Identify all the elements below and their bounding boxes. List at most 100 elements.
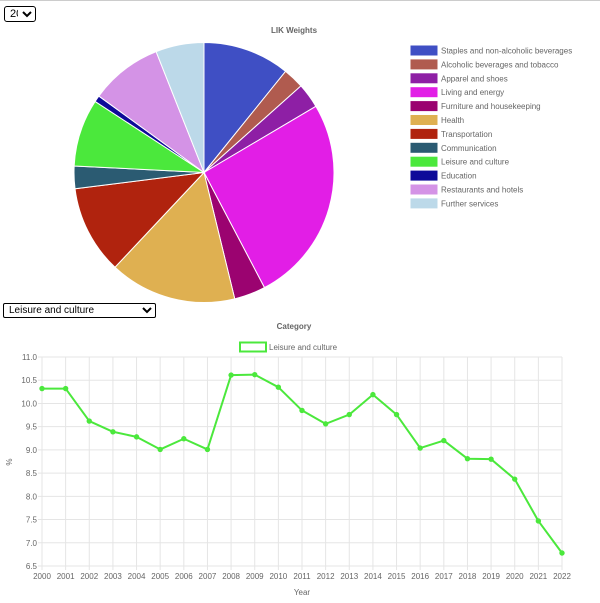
legend-item-leisure-and-culture[interactable]: Leisure and culture [410, 156, 510, 167]
x-tick-label: 2007 [199, 572, 217, 581]
legend-item-restaurants-and-hotels[interactable]: Restaurants and hotels [410, 184, 523, 195]
data-point[interactable] [535, 518, 542, 524]
x-tick-label: 2004 [128, 572, 146, 581]
data-point[interactable] [559, 550, 565, 556]
data-point[interactable] [393, 411, 400, 418]
legend-label: Transportation [441, 130, 492, 139]
data-point[interactable] [228, 372, 234, 378]
legend-item-education[interactable]: Education [410, 170, 477, 181]
data-point[interactable] [417, 445, 423, 451]
line-chart-title: Category [277, 322, 312, 331]
data-point[interactable] [86, 418, 92, 424]
x-tick-label: 2012 [317, 572, 335, 581]
y-tick-label: 10.5 [21, 376, 37, 385]
legend-item-health[interactable]: Health [410, 115, 464, 126]
legend-item-alcoholic-beverages-and-tobacco[interactable]: Alcoholic beverages and tobacco [410, 59, 559, 70]
legend-label: Leisure and culture [441, 158, 510, 167]
x-tick-label: 2003 [104, 572, 122, 581]
data-point[interactable] [488, 456, 494, 462]
data-point[interactable] [252, 371, 258, 378]
legend-swatch [410, 87, 438, 98]
page: 2020 LIK Weights Staples and non-alcohol… [0, 0, 600, 603]
pie-slices [73, 41, 335, 303]
line-legend: Leisure and culture [239, 341, 338, 353]
data-point[interactable] [441, 437, 447, 444]
legend-item-further-services[interactable]: Further services [410, 198, 498, 209]
legend-item-communication[interactable]: Communication [410, 142, 497, 153]
data-point[interactable] [322, 421, 329, 427]
y-tick-label: 6.5 [26, 562, 38, 571]
data-point[interactable] [181, 436, 187, 442]
y-axis-ticks: 11.0 10.5 10.0 9.5 9.0 8.5 8.0 7.5 7.0 6.5 [21, 353, 37, 571]
legend-label: Education [441, 172, 477, 181]
data-point[interactable] [157, 446, 163, 453]
data-point[interactable] [299, 407, 305, 414]
x-tick-label: 2015 [388, 572, 406, 581]
x-tick-label: 2016 [411, 572, 429, 581]
line-grid [38, 356, 563, 570]
legend-swatch [239, 341, 267, 353]
legend-label: Restaurants and hotels [441, 186, 523, 195]
category-select[interactable]: Leisure and culture [3, 303, 156, 318]
data-point[interactable] [39, 385, 45, 392]
legend-label: Furniture and housekeeping [441, 102, 541, 111]
legend-item-leisure-and-culture[interactable]: Leisure and culture [239, 341, 338, 353]
y-tick-label: 7.5 [26, 516, 38, 525]
x-tick-label: 2001 [57, 572, 75, 581]
x-tick-label: 2009 [246, 572, 264, 581]
x-tick-label: 2002 [80, 572, 98, 581]
legend-swatch [410, 128, 438, 139]
x-tick-label: 2006 [175, 572, 193, 581]
data-point[interactable] [512, 476, 518, 482]
legend-label: Health [441, 116, 464, 125]
data-point[interactable] [346, 411, 352, 418]
pie-chart: LIK Weights Staples and non-alcoholic be… [73, 26, 572, 303]
legend-item-apparel-and-shoes[interactable]: Apparel and shoes [410, 73, 508, 84]
legend-swatch [410, 198, 438, 209]
legend-label: Alcoholic beverages and tobacco [441, 60, 559, 69]
data-point[interactable] [464, 456, 471, 462]
legend-label: Leisure and culture [269, 343, 338, 352]
data-point[interactable] [370, 391, 376, 398]
x-tick-label: 2017 [435, 572, 453, 581]
legend-item-staples-and-non-alcoholic-beverages[interactable]: Staples and non-alcoholic beverages [410, 45, 572, 56]
legend-label: Further services [441, 199, 498, 208]
legend-swatch [410, 184, 438, 195]
data-point[interactable] [275, 384, 282, 390]
legend-label: Living and energy [441, 88, 504, 97]
y-tick-label: 7.0 [26, 539, 38, 548]
y-tick-label: 9.5 [26, 423, 38, 432]
x-tick-label: 2005 [151, 572, 169, 581]
x-tick-label: 2019 [482, 572, 500, 581]
x-tick-label: 2022 [553, 572, 571, 581]
x-axis-label: Year [294, 588, 311, 597]
legend-swatch [410, 156, 438, 167]
legend-swatch [410, 115, 438, 125]
legend-item-living-and-energy[interactable]: Living and energy [410, 87, 504, 98]
legend-swatch [410, 142, 438, 153]
x-tick-label: 2014 [364, 572, 382, 581]
legend-swatch [410, 170, 438, 181]
legend-label: Staples and non-alcoholic beverages [441, 47, 572, 56]
x-tick-label: 2013 [340, 572, 358, 581]
y-tick-label: 10.0 [21, 399, 37, 408]
data-point[interactable] [62, 385, 69, 392]
pie-chart-title: LIK Weights [271, 26, 318, 35]
legend-item-transportation[interactable]: Transportation [410, 128, 492, 139]
data-point[interactable] [133, 434, 140, 440]
legend-swatch [410, 45, 438, 56]
data-point[interactable] [204, 446, 211, 453]
x-tick-label: 2018 [459, 572, 477, 581]
legend-label: Communication [441, 144, 497, 153]
y-tick-label: 9.0 [26, 446, 38, 455]
y-axis-label: % [5, 458, 14, 465]
legend-swatch [410, 59, 438, 70]
legend-swatch [410, 101, 438, 112]
x-tick-label: 2020 [506, 572, 524, 581]
x-tick-label: 2008 [222, 572, 240, 581]
legend-item-furniture-and-housekeeping[interactable]: Furniture and housekeeping [410, 101, 541, 112]
x-tick-label: 2021 [529, 572, 547, 581]
x-tick-label: 2000 [33, 572, 51, 581]
data-point[interactable] [110, 429, 116, 435]
pie-legend: Staples and non-alcoholic beverages Alcoh… [410, 45, 572, 209]
